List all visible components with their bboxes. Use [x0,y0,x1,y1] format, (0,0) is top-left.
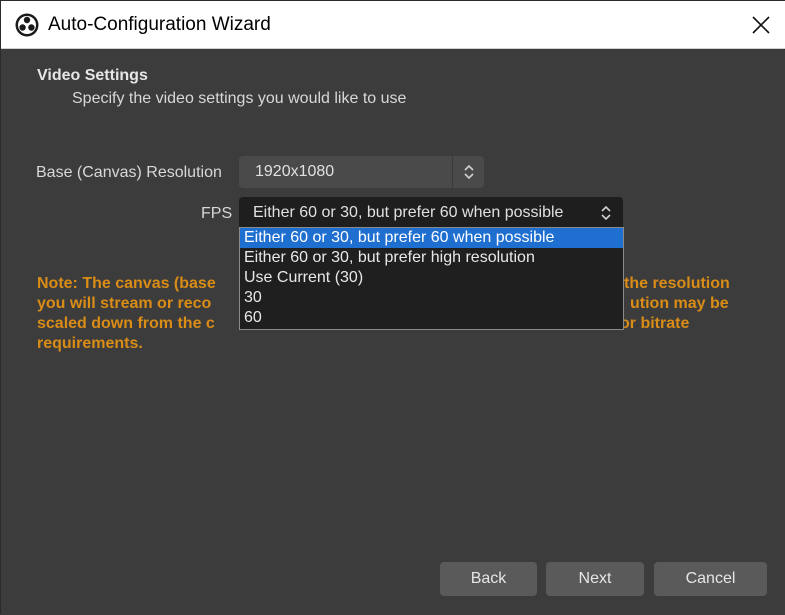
resolution-label: Base (Canvas) Resolution [36,164,222,181]
note-line2-left: you will stream or reco [37,295,212,312]
note-line1-left: Note: The canvas (base [37,275,216,292]
window-title: Auto-Configuration Wizard [48,14,271,35]
fps-spinner[interactable] [597,197,617,229]
wizard-content: Video Settings Specify the video setting… [1,50,785,615]
section-subtitle: Specify the video settings you would lik… [72,90,407,107]
fps-label: FPS [201,205,233,222]
note-line2-right: ution may be [630,295,729,312]
fps-option[interactable]: 30 [240,288,623,308]
fps-combobox[interactable]: Either 60 or 30, but prefer 60 when poss… [239,197,623,229]
back-button[interactable]: Back [440,562,537,596]
next-button[interactable]: Next [546,562,644,596]
updown-chevron-icon [601,205,611,221]
resolution-value: 1920x1080 [255,163,335,180]
wizard-window: Auto-Configuration Wizard Video Settings… [0,0,785,615]
fps-value: Either 60 or 30, but prefer 60 when poss… [253,204,564,221]
fps-option[interactable]: 60 [240,308,623,328]
note-line1-right: the resolution [624,275,730,292]
note-line3-right: or bitrate [620,315,690,332]
resolution-spinner[interactable] [452,156,484,188]
note-line4: requirements. [37,335,143,352]
section-title: Video Settings [37,67,148,84]
title-bar: Auto-Configuration Wizard [1,1,785,49]
close-button[interactable] [736,1,785,49]
note-line3-left: scaled down from the c [37,315,215,332]
obs-logo-icon [15,13,39,37]
resolution-combobox[interactable]: 1920x1080 [239,156,484,188]
fps-option[interactable]: Use Current (30) [240,268,623,288]
fps-option[interactable]: Either 60 or 30, but prefer 60 when poss… [240,228,623,248]
fps-option[interactable]: Either 60 or 30, but prefer high resolut… [240,248,623,268]
cancel-button[interactable]: Cancel [654,562,767,596]
fps-dropdown-list: Either 60 or 30, but prefer 60 when poss… [239,227,624,330]
updown-chevron-icon [464,164,474,180]
close-icon [752,16,770,34]
